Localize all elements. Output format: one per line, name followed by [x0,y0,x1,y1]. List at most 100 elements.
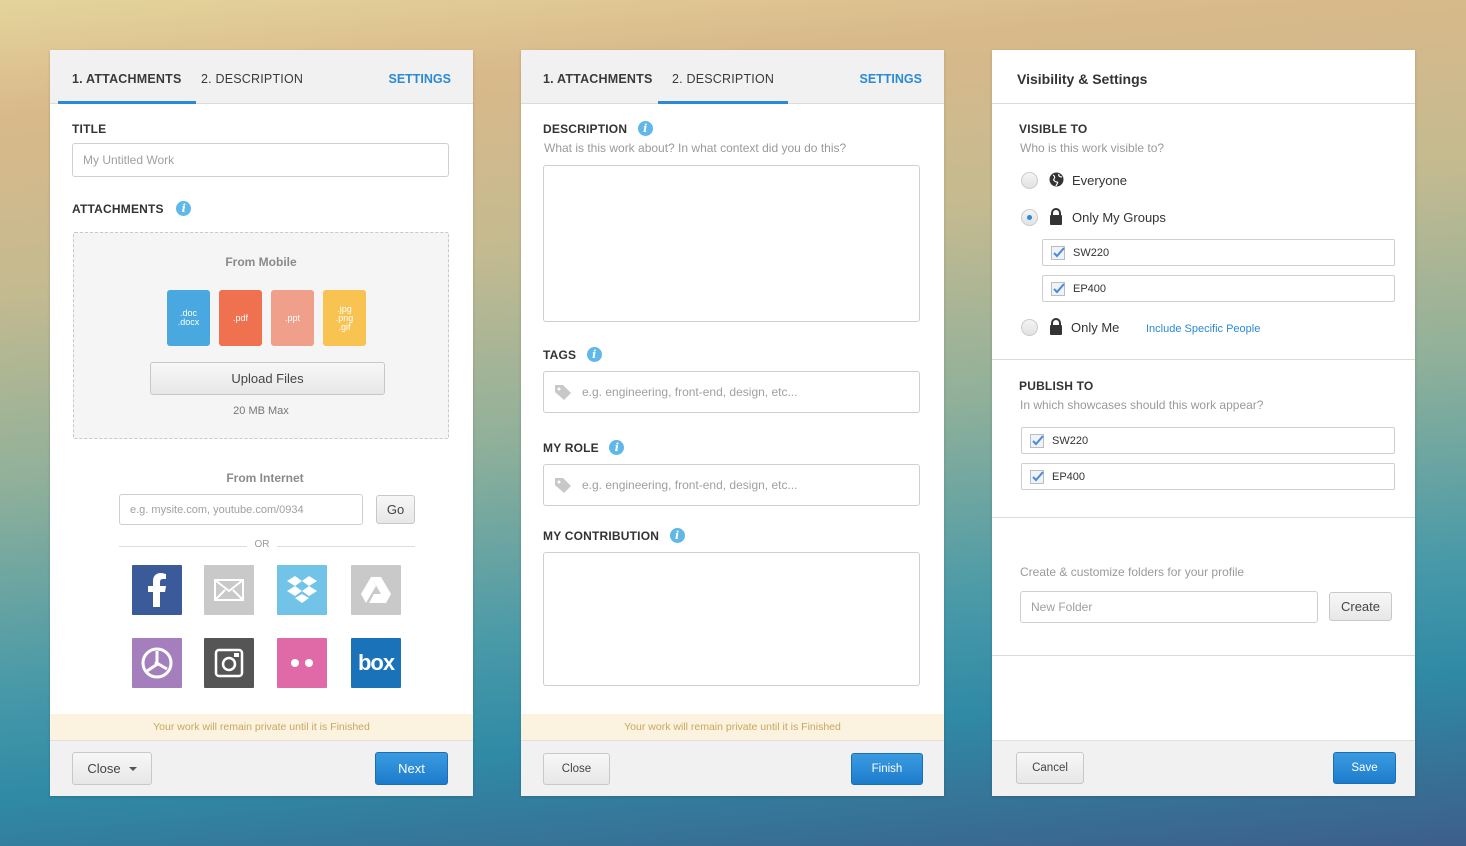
panel-title: Visibility & Settings [1017,71,1148,87]
role-label: MY ROLE [543,441,599,455]
group-checkbox-row[interactable]: SW220 [1042,239,1395,266]
folder-hint: Create & customize folders for your prof… [1020,565,1245,579]
tag-icon [555,478,571,493]
checkbox-checked[interactable] [1030,469,1044,484]
title-label: TITLE [72,122,107,136]
visibility-settings-panel: Visibility & Settings VISIBLE TO Who is … [992,50,1415,796]
attachments-label: ATTACHMENTS [72,202,164,216]
save-button[interactable]: Save [1333,752,1396,784]
checkbox-checked[interactable] [1030,433,1044,448]
contribution-textarea[interactable] [543,552,920,686]
doc-file-icon: .doc .docx [167,290,210,346]
description-label: DESCRIPTION [543,122,628,136]
contribution-label: MY CONTRIBUTION [543,529,660,543]
cancel-button[interactable]: Cancel [1016,752,1084,784]
role-heading: MY ROLE i [543,439,625,457]
radio-everyone[interactable] [1021,172,1038,189]
tab-settings[interactable]: SETTINGS [859,50,922,108]
next-button[interactable]: Next [375,752,448,785]
tags-input[interactable]: e.g. engineering, front-end, design, etc… [543,371,920,413]
finish-button[interactable]: Finish [851,753,923,785]
tab-attachments[interactable]: 1. ATTACHMENTS [58,50,196,104]
info-icon[interactable]: i [609,440,625,456]
visible-to-label: VISIBLE TO [1019,122,1088,136]
only-my-groups-label: Only My Groups [1072,210,1166,225]
everyone-label: Everyone [1072,173,1127,188]
section-divider [992,655,1415,656]
description-panel: 1. ATTACHMENTS 2. DESCRIPTION SETTINGS D… [521,50,944,796]
showcase-checkbox-row[interactable]: EP400 [1021,463,1395,490]
picasa-icon[interactable] [132,638,182,688]
radio-only-my-groups[interactable] [1021,209,1038,226]
panel-header: Visibility & Settings [992,50,1415,104]
showcase-name: SW220 [1052,434,1089,447]
panel-footer: Cancel Save [992,740,1415,796]
caret-down-icon [128,766,137,771]
info-icon[interactable]: i [669,528,685,544]
box-icon[interactable]: box [351,638,401,688]
new-folder-input[interactable]: New Folder [1020,591,1318,623]
group-checkbox-row[interactable]: EP400 [1042,275,1395,302]
role-placeholder: e.g. engineering, front-end, design, etc… [582,478,798,492]
description-textarea[interactable] [543,165,920,322]
attachments-panel: 1. ATTACHMENTS 2. DESCRIPTION SETTINGS T… [50,50,473,796]
include-specific-people-link[interactable]: Include Specific People [1146,323,1260,335]
tab-bar: 1. ATTACHMENTS 2. DESCRIPTION SETTINGS [521,50,944,104]
close-button[interactable]: Close [543,753,610,785]
info-icon[interactable]: i [637,121,653,137]
tab-description[interactable]: 2. DESCRIPTION [658,50,789,104]
box-label: box [357,650,395,675]
role-input[interactable]: e.g. engineering, front-end, design, etc… [543,464,920,506]
tab-bar: 1. ATTACHMENTS 2. DESCRIPTION SETTINGS [50,50,473,104]
section-divider [992,359,1415,360]
go-button[interactable]: Go [376,495,415,524]
max-size-label: 20 MB Max [233,405,289,417]
showcase-checkbox-row[interactable]: SW220 [1021,427,1395,454]
new-folder-placeholder: New Folder [1031,600,1093,614]
facebook-icon[interactable] [132,565,182,615]
checkbox-checked[interactable] [1051,245,1065,260]
showcase-name: EP400 [1052,470,1086,483]
attachments-heading: ATTACHMENTS i [72,200,192,218]
panel-footer: Close Next [50,740,473,796]
privacy-notice: Your work will remain private until it i… [50,714,473,740]
lock-icon [1050,208,1062,225]
from-internet-label: From Internet [226,471,304,485]
tab-settings[interactable]: SETTINGS [388,50,451,108]
tags-label: TAGS [543,348,577,362]
dropbox-icon[interactable] [277,565,327,615]
visible-to-hint: Who is this work visible to? [1020,141,1165,155]
lock-icon [1050,318,1062,335]
description-heading: DESCRIPTION i [543,120,653,138]
flickr-icon[interactable] [277,638,327,688]
url-placeholder: e.g. mysite.com, youtube.com/0934 [130,503,304,516]
publish-to-label: PUBLISH TO [1019,379,1094,393]
close-dropdown-button[interactable]: Close [72,752,152,785]
google-drive-icon[interactable] [351,565,401,615]
tab-attachments[interactable]: 1. ATTACHMENTS [529,50,667,104]
group-name: SW220 [1073,246,1110,259]
info-icon[interactable]: i [586,347,602,363]
info-icon[interactable]: i [176,201,192,217]
description-hint: What is this work about? In what context… [544,141,847,155]
pdf-file-icon: .pdf [219,290,262,346]
title-placeholder: My Untitled Work [83,153,175,167]
from-mobile-label: From Mobile [225,255,297,269]
tab-description[interactable]: 2. DESCRIPTION [187,50,317,104]
ppt-file-icon: .ppt [271,290,314,346]
url-input[interactable]: e.g. mysite.com, youtube.com/0934 [119,494,363,525]
title-input[interactable]: My Untitled Work [72,143,449,177]
privacy-notice: Your work will remain private until it i… [521,714,944,740]
checkbox-checked[interactable] [1051,281,1065,296]
email-icon[interactable] [204,565,254,615]
mobile-dropzone[interactable]: From Mobile .doc .docx .pdf .ppt .jpg .p… [73,232,449,439]
image-file-icon: .jpg .png .gif [323,290,366,346]
upload-files-button[interactable]: Upload Files [150,362,385,395]
panel-footer: Close Finish [521,740,944,796]
instagram-icon[interactable] [204,638,254,688]
create-folder-button[interactable]: Create [1329,592,1392,621]
or-label: OR [247,539,277,550]
radio-only-me[interactable] [1021,319,1038,336]
publish-to-hint: In which showcases should this work appe… [1020,398,1264,412]
tags-heading: TAGS i [543,346,602,364]
